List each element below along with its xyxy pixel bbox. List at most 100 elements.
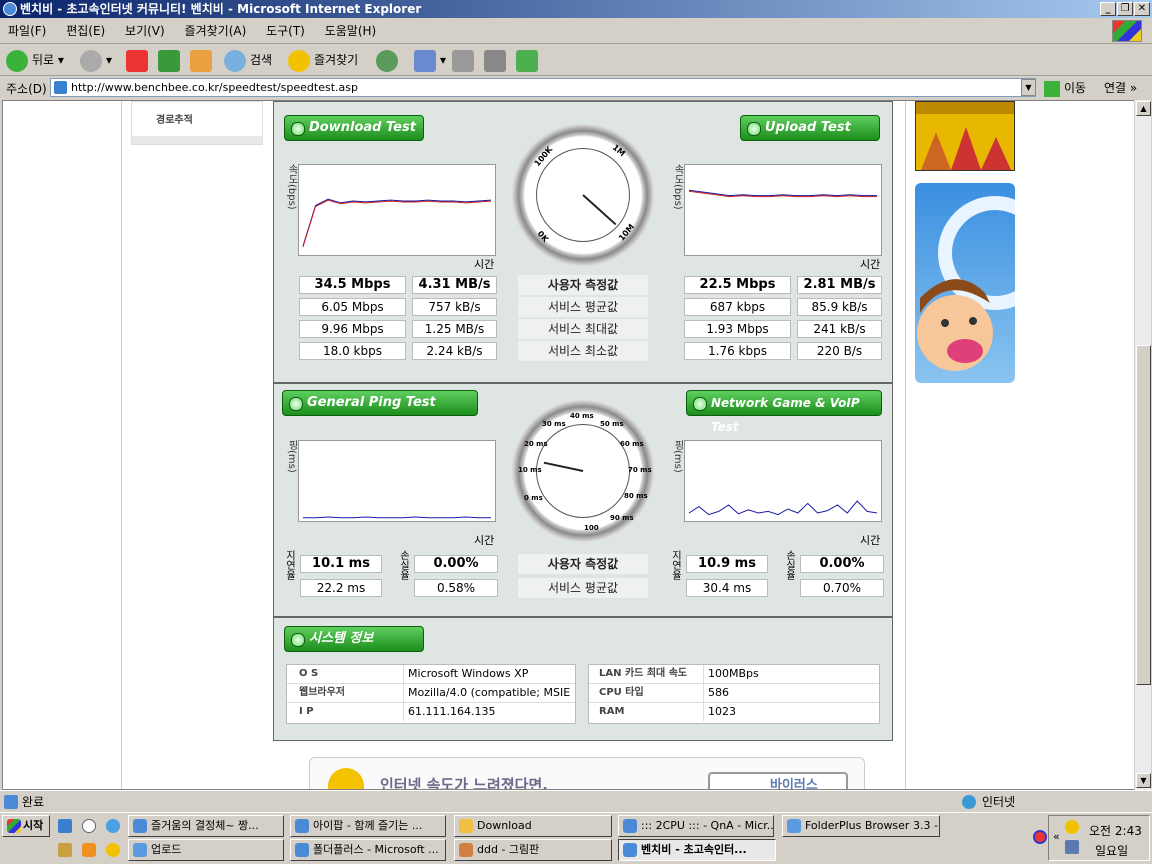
quicklaunch-ie-icon[interactable] — [58, 819, 72, 833]
upload-x-label: 시간 — [860, 258, 881, 271]
restore-button[interactable]: ❐ — [1117, 2, 1133, 16]
star-icon — [288, 49, 310, 72]
game-avg-loss: 0.70% — [800, 579, 884, 597]
status-text: 완료 — [22, 795, 45, 809]
stop-icon — [126, 49, 148, 72]
series-line — [302, 198, 492, 247]
internet-zone-icon — [962, 795, 976, 809]
task-button-5[interactable]: FolderPlus Browser 3.3 - ... — [782, 815, 940, 837]
go-label: 이동 — [1064, 81, 1087, 95]
address-input[interactable]: http://www.benchbee.co.kr/speedtest/spee… — [50, 78, 1036, 97]
gauge-label-20ms: 20 ms — [524, 440, 548, 448]
task-label-3: Download — [477, 819, 532, 832]
address-dropdown[interactable]: ▼ — [1021, 79, 1036, 96]
ime-icon[interactable] — [1033, 830, 1047, 844]
favorites-label: 즐겨찾기 — [314, 53, 359, 67]
quicklaunch-app-icon[interactable] — [82, 843, 96, 857]
ad-banner-character[interactable] — [915, 183, 1015, 383]
scroll-up-button[interactable]: ▲ — [1136, 101, 1151, 116]
history-button[interactable] — [376, 48, 402, 72]
home-button[interactable] — [190, 48, 216, 72]
menu-view[interactable]: 보기(V) — [117, 18, 173, 44]
quicklaunch-tool-icon[interactable] — [58, 843, 72, 857]
vertical-scrollbar[interactable]: ▲ ▼ — [1134, 100, 1151, 790]
clock-time[interactable]: 오전 2:43 — [1089, 822, 1142, 839]
ul-max-bytes: 241 kB/s — [797, 320, 882, 338]
system-info-button[interactable]: 시스템 정보 — [284, 626, 424, 652]
stop-button[interactable] — [126, 48, 152, 72]
menu-file[interactable]: 파일(F) — [0, 18, 54, 44]
ul-min-bytes: 220 B/s — [797, 342, 882, 360]
series-line-overlay — [302, 199, 492, 248]
system-info-right-table: LAN 카드 최대 속도 100MBps CPU 타입 586 RAM 1023 — [588, 664, 880, 724]
menu-favorites[interactable]: 즐겨찾기(A) — [177, 18, 255, 44]
scroll-down-button[interactable]: ▼ — [1136, 773, 1151, 788]
game-voip-test-button[interactable]: Network Game & VoIP Test — [686, 390, 882, 434]
sysinfo-cpu-label: CPU 타입 — [599, 687, 644, 698]
task-button-4[interactable]: ::: 2CPU ::: - QnA - Micr... — [618, 815, 774, 837]
task-button-7[interactable]: 폴더플러스 - Microsoft ... — [290, 839, 446, 861]
task-button-9[interactable]: 벤치비 - 초고속인터... — [618, 839, 776, 861]
back-button[interactable]: 뒤로 ▾ — [6, 48, 64, 72]
sysinfo-os-label: O S — [299, 668, 319, 679]
ad-pattern-icon — [916, 102, 1014, 170]
forward-button[interactable]: ▾ — [80, 48, 112, 72]
links-button[interactable]: 연결 » — [1104, 78, 1137, 98]
edit-button[interactable] — [484, 48, 510, 72]
sysinfo-ip-label: I P — [299, 706, 314, 717]
system-info-panel: 시스템 정보 O S Microsoft Windows XP 웹브라우저 Mozi… — [273, 617, 893, 741]
sysinfo-row-cpu: CPU 타입 586 — [589, 684, 879, 703]
sysinfo-row-ram: RAM 1023 — [589, 703, 879, 722]
quicklaunch-browser-icon[interactable] — [106, 819, 120, 833]
menu-tools[interactable]: 도구(T) — [258, 18, 313, 44]
tray-network-icon[interactable] — [1065, 840, 1079, 854]
quicklaunch-messenger-icon[interactable] — [82, 819, 96, 833]
refresh-button[interactable] — [158, 48, 184, 72]
minimize-button[interactable]: _ — [1100, 2, 1116, 16]
ping-x-label-right: 시간 — [860, 534, 881, 547]
links-label: 연결 — [1104, 81, 1127, 95]
task-label-2: 아이팝 - 함께 즐기는 ... — [313, 819, 423, 832]
ie-icon — [295, 819, 309, 833]
print-button[interactable] — [452, 48, 478, 72]
windows-logo-icon — [1112, 20, 1142, 42]
virus-banner[interactable]: 인터넷 속도가 느려졌다면, 바이러스 — [309, 757, 865, 789]
sysinfo-browser-label: 웹브라우저 — [299, 687, 345, 698]
ad-banner-top[interactable] — [915, 101, 1015, 171]
mail-button[interactable]: ▾ — [414, 48, 446, 72]
go-button[interactable]: 이동 — [1044, 78, 1086, 98]
task-button-1[interactable]: 즐거움의 결정체~ 짱... — [128, 815, 284, 837]
tray-character-icon[interactable] — [1065, 820, 1079, 834]
search-label: 검색 — [250, 53, 273, 67]
task-button-6[interactable]: 업로드 — [128, 839, 284, 861]
sysinfo-browser-value: Mozilla/4.0 (compatible; MSIE — [403, 684, 570, 702]
task-button-2[interactable]: 아이팝 - 함께 즐기는 ... — [290, 815, 446, 837]
ul-user-bytes: 2.81 MB/s — [797, 276, 882, 294]
menu-edit[interactable]: 편집(E) — [58, 18, 113, 44]
latency-label-left: 지연율 — [286, 551, 296, 582]
dl-min-bps: 18.0 kbps — [299, 342, 406, 360]
quicklaunch-character-icon[interactable] — [106, 843, 120, 857]
virus-button[interactable]: 바이러스 — [708, 772, 848, 789]
system-tray: « 오전 2:43 일요일 — [1033, 815, 1150, 861]
window-title-bar[interactable]: 벤치비 - 초고속인터넷 커뮤니티! 벤치비 - Microsoft Inter… — [0, 0, 1152, 18]
start-button[interactable]: 시작 — [2, 815, 50, 837]
ping-x-label-left: 시간 — [474, 534, 495, 547]
tray-expand-icon[interactable]: « — [1053, 830, 1060, 843]
favorites-button[interactable]: 즐겨찾기 — [288, 48, 358, 72]
sysinfo-row-ip: I P 61.111.164.135 — [287, 703, 575, 722]
close-button[interactable]: ✕ — [1134, 2, 1150, 16]
row-label-min: 서비스 최소값 — [518, 341, 648, 361]
task-button-3[interactable]: Download — [454, 815, 612, 837]
scroll-thumb[interactable] — [1136, 345, 1151, 685]
upload-test-button[interactable]: Upload Test — [740, 115, 880, 141]
latency-label-right: 지연율 — [672, 551, 682, 582]
download-test-button[interactable]: Download Test — [284, 115, 424, 141]
sidebar-item-route-trace[interactable]: 경로추적 — [156, 111, 193, 126]
menu-help[interactable]: 도움말(H) — [317, 18, 385, 44]
task-button-8[interactable]: ddd - 그림판 — [454, 839, 612, 861]
search-button[interactable]: 검색 — [224, 48, 272, 72]
ul-avg-bytes: 85.9 kB/s — [797, 298, 882, 316]
general-ping-test-button[interactable]: General Ping Test — [282, 390, 478, 416]
messenger-button[interactable] — [516, 48, 542, 72]
